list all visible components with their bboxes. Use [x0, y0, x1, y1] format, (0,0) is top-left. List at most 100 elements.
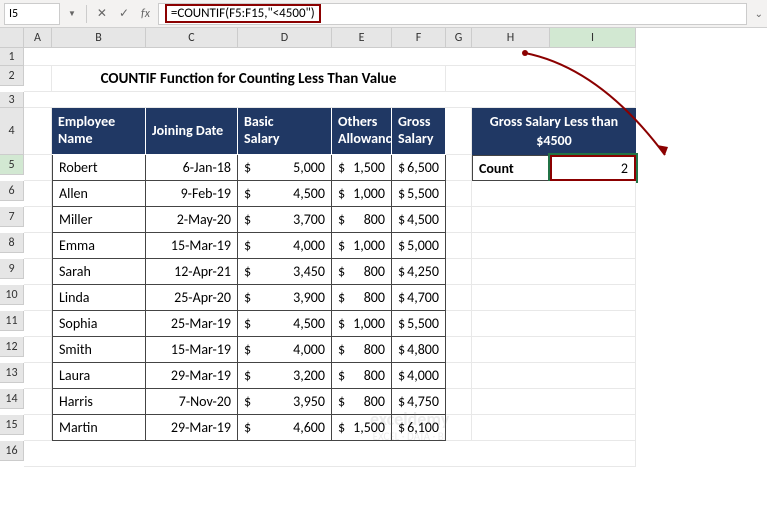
- cell-basic[interactable]: $4,000: [238, 233, 332, 259]
- row-hdr-4[interactable]: 4: [0, 108, 24, 155]
- cell-name[interactable]: Laura: [52, 363, 146, 389]
- cell-others[interactable]: $1,500: [332, 155, 392, 181]
- cell-hi10[interactable]: [472, 285, 636, 311]
- fx-icon[interactable]: fx: [137, 7, 154, 21]
- cell-name[interactable]: Harris: [52, 389, 146, 415]
- cell-a2[interactable]: [24, 66, 52, 92]
- row-hdr-5[interactable]: 5: [0, 155, 24, 175]
- cell-others[interactable]: $1,000: [332, 311, 392, 337]
- cell-gross[interactable]: $4,700: [392, 285, 446, 311]
- cell-gross[interactable]: $4,250: [392, 259, 446, 285]
- col-hdr-e[interactable]: E: [332, 28, 392, 48]
- row-hdr-7[interactable]: 7: [0, 207, 24, 227]
- cell-a4[interactable]: [24, 108, 52, 155]
- col-hdr-f[interactable]: F: [392, 28, 446, 48]
- cell-a11[interactable]: [24, 311, 52, 337]
- cell-a7[interactable]: [24, 207, 52, 233]
- hdr-joining-date[interactable]: Joining Date: [146, 108, 238, 155]
- cell-name[interactable]: Martin: [52, 415, 146, 441]
- cell-date[interactable]: 12-Apr-21: [146, 259, 238, 285]
- cell-others[interactable]: $800: [332, 285, 392, 311]
- cell-basic[interactable]: $4,500: [238, 311, 332, 337]
- row-hdr-16[interactable]: 16: [0, 441, 24, 461]
- cell-g2[interactable]: [446, 66, 636, 92]
- cell-gross[interactable]: $5,500: [392, 181, 446, 207]
- cell-gross[interactable]: $5,500: [392, 311, 446, 337]
- accept-formula-icon[interactable]: ✓: [115, 6, 133, 21]
- cell-a16[interactable]: [24, 441, 636, 467]
- cell-basic[interactable]: $3,200: [238, 363, 332, 389]
- row-hdr-12[interactable]: 12: [0, 337, 24, 357]
- row-hdr-1[interactable]: 1: [0, 48, 24, 66]
- cell-g14[interactable]: [446, 389, 472, 415]
- cell-date[interactable]: 2-May-20: [146, 207, 238, 233]
- cell-g15[interactable]: [446, 415, 472, 441]
- cell-g8[interactable]: [446, 233, 472, 259]
- cell-date[interactable]: 29-Mar-19: [146, 363, 238, 389]
- cell-hi15[interactable]: [472, 415, 636, 441]
- cell-name[interactable]: Sarah: [52, 259, 146, 285]
- cell-a12[interactable]: [24, 337, 52, 363]
- cancel-formula-icon[interactable]: ✕: [93, 6, 111, 21]
- row-hdr-9[interactable]: 9: [0, 259, 24, 279]
- cell-date[interactable]: 29-Mar-19: [146, 415, 238, 441]
- cell-name[interactable]: Smith: [52, 337, 146, 363]
- cell-hi11[interactable]: [472, 311, 636, 337]
- count-label[interactable]: Count: [472, 155, 550, 181]
- info-header[interactable]: Gross Salary Less than $4500: [472, 108, 636, 155]
- cell-others[interactable]: $1,500: [332, 415, 392, 441]
- cell-g9[interactable]: [446, 259, 472, 285]
- cell-a10[interactable]: [24, 285, 52, 311]
- cell-a6[interactable]: [24, 181, 52, 207]
- cell-others[interactable]: $1,000: [332, 181, 392, 207]
- cell-g5[interactable]: [446, 155, 472, 181]
- cell-a3[interactable]: [24, 92, 636, 108]
- cell-date[interactable]: 15-Mar-19: [146, 337, 238, 363]
- cell-basic[interactable]: $4,500: [238, 181, 332, 207]
- cell-hi14[interactable]: [472, 389, 636, 415]
- cell-g10[interactable]: [446, 285, 472, 311]
- cell-gross[interactable]: $4,800: [392, 337, 446, 363]
- cell-a14[interactable]: [24, 389, 52, 415]
- cell-gross[interactable]: $5,000: [392, 233, 446, 259]
- name-box[interactable]: I5: [4, 3, 60, 25]
- cell-date[interactable]: 9-Feb-19: [146, 181, 238, 207]
- hdr-basic-salary[interactable]: BasicSalary: [238, 108, 332, 155]
- cell-basic[interactable]: $5,000: [238, 155, 332, 181]
- row-hdr-14[interactable]: 14: [0, 389, 24, 409]
- row-hdr-10[interactable]: 10: [0, 285, 24, 305]
- row-hdr-15[interactable]: 15: [0, 415, 24, 435]
- cell-hi6[interactable]: [472, 181, 636, 207]
- cell-basic[interactable]: $4,600: [238, 415, 332, 441]
- select-all-corner[interactable]: [0, 28, 24, 48]
- hdr-gross-salary[interactable]: GrossSalary: [392, 108, 446, 155]
- hdr-others-allowances[interactable]: OthersAllowances: [332, 108, 392, 155]
- cell-date[interactable]: 6-Jan-18: [146, 155, 238, 181]
- cell-a5[interactable]: [24, 155, 52, 181]
- cell-a15[interactable]: [24, 415, 52, 441]
- row-hdr-13[interactable]: 13: [0, 363, 24, 383]
- name-box-dropdown-icon[interactable]: ▼: [64, 9, 80, 19]
- cell-g7[interactable]: [446, 207, 472, 233]
- col-hdr-i[interactable]: I: [550, 28, 636, 48]
- cell-name[interactable]: Allen: [52, 181, 146, 207]
- cell-others[interactable]: $1,000: [332, 233, 392, 259]
- cell-gross[interactable]: $4,500: [392, 207, 446, 233]
- title-cell[interactable]: COUNTIF Function for Counting Less Than …: [52, 66, 446, 92]
- cell-others[interactable]: $800: [332, 363, 392, 389]
- row-hdr-8[interactable]: 8: [0, 233, 24, 253]
- cell-g13[interactable]: [446, 363, 472, 389]
- cell-hi7[interactable]: [472, 207, 636, 233]
- cell-hi13[interactable]: [472, 363, 636, 389]
- cell-others[interactable]: $800: [332, 389, 392, 415]
- cell-others[interactable]: $800: [332, 337, 392, 363]
- cell-basic[interactable]: $4,000: [238, 337, 332, 363]
- row-hdr-2[interactable]: 2: [0, 66, 24, 86]
- cell-date[interactable]: 25-Mar-19: [146, 311, 238, 337]
- col-hdr-c[interactable]: C: [146, 28, 238, 48]
- count-result-cell[interactable]: 2: [550, 155, 636, 181]
- col-hdr-d[interactable]: D: [238, 28, 332, 48]
- cell-date[interactable]: 25-Apr-20: [146, 285, 238, 311]
- cell-others[interactable]: $800: [332, 207, 392, 233]
- cell-date[interactable]: 7-Nov-20: [146, 389, 238, 415]
